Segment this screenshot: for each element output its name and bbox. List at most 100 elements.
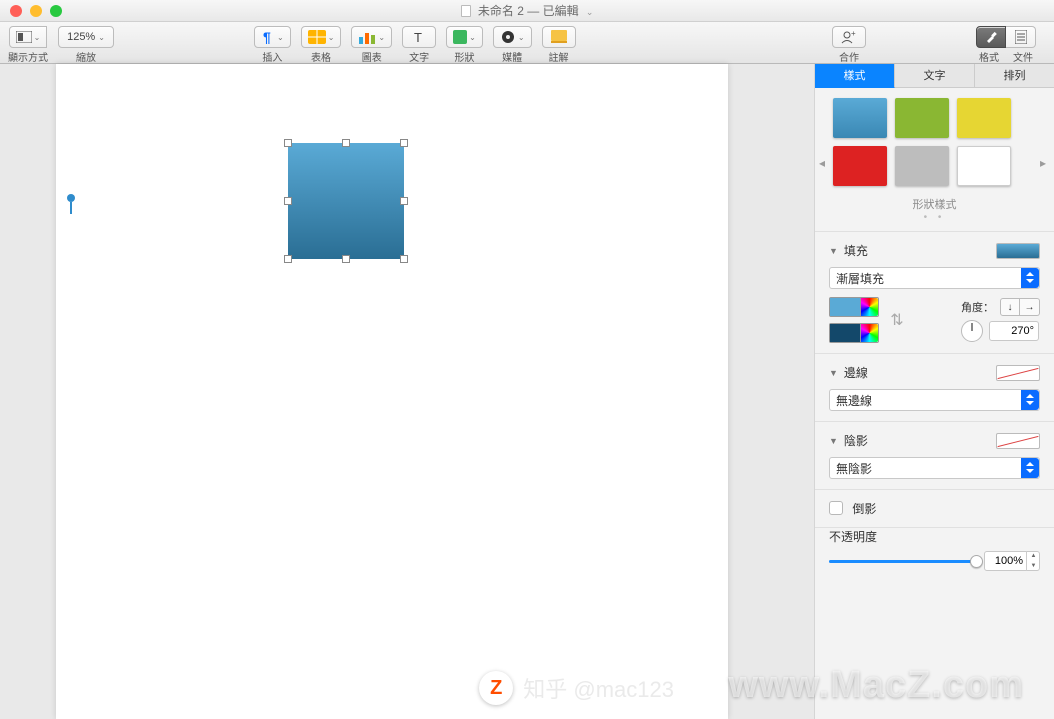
document-button[interactable] (1006, 26, 1036, 48)
selected-shape[interactable] (284, 139, 408, 263)
insertion-marker-icon (67, 194, 75, 202)
window-title: 未命名 2 — 已編輯 ⌄ (0, 2, 1054, 19)
select-arrow-icon (1021, 268, 1039, 288)
shadow-title: 陰影 (844, 432, 990, 449)
view-button[interactable]: ⌄ (9, 26, 48, 48)
media-button[interactable]: ⌄ (493, 26, 532, 48)
swap-colors-icon[interactable]: ⇅ (887, 305, 907, 335)
shape-styles (815, 88, 1054, 192)
style-swatch[interactable] (895, 146, 949, 186)
rectangle-shape[interactable] (288, 143, 404, 259)
view-label: 顯示方式 (8, 49, 48, 64)
table-button[interactable]: ⌄ (301, 26, 342, 48)
resize-handle[interactable] (284, 255, 292, 263)
document-name: 未命名 2 (478, 4, 524, 18)
tab-arrange[interactable]: 排列 (975, 64, 1054, 88)
resize-handle[interactable] (400, 255, 408, 263)
disclosure-triangle-icon[interactable]: ▼ (829, 368, 838, 378)
shadow-preview[interactable] (996, 433, 1040, 449)
select-arrow-icon (1021, 390, 1039, 410)
format-label: 格式 (979, 49, 999, 64)
canvas-area[interactable] (0, 64, 814, 719)
reflection-checkbox[interactable]: 倒影 (829, 502, 876, 516)
border-section: ▼ 邊線 無邊線 (815, 353, 1054, 421)
minimize-icon[interactable] (30, 5, 42, 17)
format-button[interactable] (976, 26, 1006, 48)
text-button[interactable]: T (402, 26, 436, 48)
angle-dial[interactable] (961, 320, 983, 342)
comment-button[interactable] (542, 26, 576, 48)
svg-text:T: T (414, 30, 422, 44)
color-wheel-icon[interactable] (860, 324, 878, 342)
inspector-panel: 樣式 文字 排列 ◂ ▸ 形狀樣式 • • ▼ 填充 漸層填充 (814, 64, 1054, 719)
resize-handle[interactable] (400, 197, 408, 205)
angle-preset-button[interactable]: → (1020, 298, 1040, 316)
resize-handle[interactable] (342, 255, 350, 263)
gradient-color-1[interactable] (829, 297, 879, 317)
gradient-color-2[interactable] (829, 323, 879, 343)
shadow-mode-value: 無陰影 (836, 460, 872, 477)
angle-label: 角度： (961, 299, 994, 315)
style-swatch[interactable] (895, 98, 949, 138)
angle-input[interactable] (989, 321, 1039, 341)
tab-text[interactable]: 文字 (895, 64, 975, 88)
disclosure-triangle-icon[interactable]: ▼ (829, 246, 838, 256)
style-swatch[interactable] (957, 146, 1011, 186)
opacity-section: 不透明度 ▲▼ (815, 527, 1054, 585)
opacity-label: 不透明度 (829, 528, 1040, 545)
chart-button[interactable]: ⌄ (351, 26, 392, 48)
style-swatch[interactable] (957, 98, 1011, 138)
border-title: 邊線 (844, 364, 990, 381)
brush-icon (984, 30, 998, 44)
border-preview[interactable] (996, 365, 1040, 381)
zoom-select[interactable]: 125% ⌄ (58, 26, 114, 48)
shape-button[interactable]: ⌄ (446, 26, 483, 48)
opacity-slider[interactable] (829, 560, 976, 563)
color-wheel-icon[interactable] (860, 298, 878, 316)
tab-style[interactable]: 樣式 (815, 64, 895, 88)
reflection-section: 倒影 (815, 489, 1054, 527)
close-icon[interactable] (10, 5, 22, 17)
shadow-mode-select[interactable]: 無陰影 (829, 457, 1040, 479)
resize-handle[interactable] (284, 197, 292, 205)
angle-preset-button[interactable]: ↓ (1000, 298, 1020, 316)
comment-label: 註解 (549, 49, 569, 64)
svg-text:+: + (851, 30, 856, 38)
table-label: 表格 (311, 49, 331, 64)
zoom-label: 縮放 (76, 49, 96, 64)
disclosure-triangle-icon[interactable]: ▼ (829, 436, 838, 446)
stepper[interactable]: ▲▼ (1026, 551, 1040, 571)
paragraph-icon: ¶ (261, 30, 275, 44)
shadow-section: ▼ 陰影 無陰影 (815, 421, 1054, 489)
zoom-icon[interactable] (50, 5, 62, 17)
document-label: 文件 (1013, 49, 1033, 64)
style-swatch[interactable] (833, 98, 887, 138)
svg-text:¶: ¶ (263, 30, 271, 44)
fill-mode-value: 漸層填充 (836, 270, 884, 287)
shape-styles-label: 形狀樣式 (815, 196, 1054, 212)
window-titlebar: 未命名 2 — 已編輯 ⌄ (0, 0, 1054, 22)
person-plus-icon: + (841, 30, 857, 44)
comment-icon (551, 30, 567, 44)
fill-section: ▼ 填充 漸層填充 ⇅ 角度： ↓ → (815, 231, 1054, 353)
chevron-down-icon[interactable]: ⌄ (586, 7, 594, 18)
insert-button[interactable]: ¶ ⌄ (254, 26, 291, 48)
media-icon (500, 30, 516, 44)
zoom-value: 125% (67, 31, 95, 43)
insert-label: 插入 (262, 49, 282, 64)
document-icon (1015, 30, 1027, 44)
document-icon (461, 5, 471, 17)
resize-handle[interactable] (400, 139, 408, 147)
fill-preview[interactable] (996, 243, 1040, 259)
text-label: 文字 (409, 49, 429, 64)
fill-title: 填充 (844, 242, 990, 259)
slider-thumb[interactable] (970, 555, 983, 568)
select-arrow-icon (1021, 458, 1039, 478)
style-swatch[interactable] (833, 146, 887, 186)
border-mode-select[interactable]: 無邊線 (829, 389, 1040, 411)
resize-handle[interactable] (284, 139, 292, 147)
collaborate-button[interactable]: + (832, 26, 866, 48)
resize-handle[interactable] (342, 139, 350, 147)
table-icon (308, 30, 326, 44)
fill-mode-select[interactable]: 漸層填充 (829, 267, 1040, 289)
